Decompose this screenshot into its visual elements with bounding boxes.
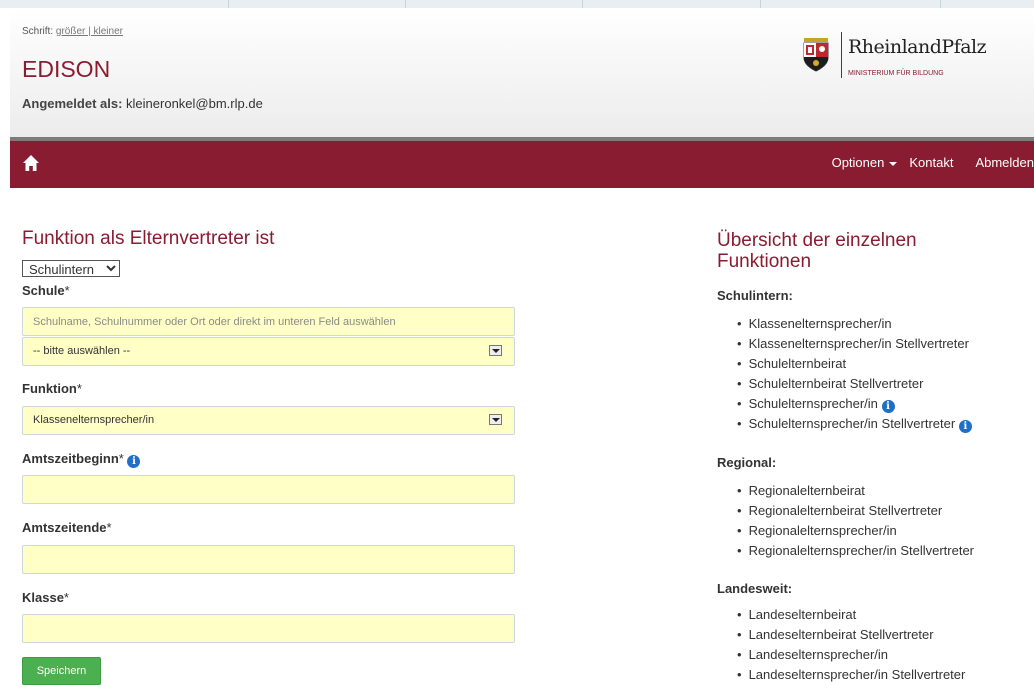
school-select[interactable]: -- bitte auswählen -- [22, 337, 515, 366]
required-mark: * [106, 520, 112, 535]
list-item: Regionalelternsprecher/in [737, 521, 974, 541]
list-item: Schulelternsprecher/in Stellvertreter i [737, 414, 972, 434]
term-start-input[interactable] [22, 475, 515, 504]
school-label-text: Schule [22, 283, 65, 298]
dropdown-arrow-icon [489, 345, 502, 356]
list-item-label: Schulelternbeirat [748, 356, 847, 371]
list-item: Landeselternsprecher/in [737, 645, 965, 665]
font-size-label: Schrift: [22, 26, 54, 37]
list-item-label: Schulelternsprecher/in Stellvertreter [748, 416, 956, 431]
font-larger-link[interactable]: größer [56, 26, 85, 37]
logo-divider [841, 32, 842, 78]
info-icon[interactable]: i [958, 420, 972, 433]
class-label: Klasse* [22, 590, 69, 605]
list-item-label: Landeselternsprecher/in Stellvertreter [748, 667, 966, 682]
list-item-label: Regionalelternsprecher/in [748, 523, 897, 538]
list-item: Schulelternbeirat [737, 354, 972, 374]
list-item: Klassenelternsprecher/in Stellvertreter [737, 334, 972, 354]
list-item: Klassenelternsprecher/in [737, 314, 972, 334]
page-header: Schrift: größer | kleiner EDISON Angemel… [10, 8, 1034, 141]
form-title: Funktion als Elternvertreter ist [22, 228, 275, 249]
term-start-label-text: Amtszeitbeginn [22, 451, 119, 466]
term-end-label: Amtszeitende* [22, 520, 112, 535]
nav-contact[interactable]: Kontakt [909, 155, 953, 170]
home-icon[interactable] [22, 154, 40, 172]
app-title: EDISON [22, 56, 111, 82]
main-navbar: Optionen Kontakt Abmelden [10, 141, 1034, 188]
list-item: Landeselternbeirat Stellvertreter [737, 625, 965, 645]
term-end-label-text: Amtszeitende [22, 520, 107, 535]
list-item: Regionalelternsprecher/in Stellvertreter [737, 541, 974, 561]
login-user: kleineronkel@bm.rlp.de [126, 96, 263, 111]
list-schulintern: Klassenelternsprecher/in Klassenelternsp… [737, 314, 972, 434]
school-label: Schule* [22, 283, 70, 298]
nav-logout[interactable]: Abmelden [975, 155, 1034, 170]
class-label-text: Klasse [22, 590, 64, 605]
list-landesweit: Landeselternbeirat Landeselternbeirat St… [737, 605, 966, 685]
nav-options-label: Optionen [831, 155, 885, 170]
required-mark: * [64, 283, 70, 298]
required-mark: * [76, 381, 82, 396]
font-size-control: Schrift: größer | kleiner [22, 26, 123, 37]
list-item-label: Regionalelternsprecher/in Stellvertreter [748, 543, 975, 558]
logo-name: RheinlandPfalz [848, 36, 987, 58]
info-icon[interactable]: i [127, 455, 141, 468]
term-start-label: Amtszeitbeginn* i [22, 451, 141, 468]
overview-title: Übersicht der einzelnen Funktionen [717, 230, 917, 272]
nav-menu: Optionen Kontakt Abmelden [832, 155, 1034, 170]
term-end-input[interactable] [22, 545, 515, 574]
list-item: Schulelternbeirat Stellvertreter [737, 374, 972, 394]
dropdown-arrow-icon [489, 414, 502, 425]
list-item-label: Landeselternbeirat Stellvertreter [748, 627, 934, 642]
font-separator: | [85, 26, 94, 37]
section-title-schulintern: Schulintern: [717, 288, 793, 303]
rlp-logo[interactable]: RheinlandPfalz MINISTERIUM FÜR BILDUNG [802, 30, 1002, 80]
list-item-label: Landeselternsprecher/in [748, 647, 889, 662]
login-label: Angemeldet als: [22, 96, 123, 111]
list-item: Schulelternsprecher/in i [737, 394, 972, 414]
list-item: Regionalelternbeirat [737, 481, 974, 501]
list-item: Landeselternbeirat [737, 605, 965, 625]
list-item: Landeselternsprecher/in Stellvertreter [737, 665, 966, 685]
font-smaller-link[interactable]: kleiner [94, 26, 123, 37]
list-regional: Regionalelternbeirat Regionalelternbeira… [737, 481, 974, 561]
logo-subtitle: MINISTERIUM FÜR BILDUNG [848, 70, 944, 77]
login-info: Angemeldet als: kleineronkel@bm.rlp.de [22, 96, 263, 111]
browser-top-strip [0, 0, 1034, 8]
list-item-label: Landeselternbeirat [748, 607, 857, 622]
coat-of-arms-icon [803, 38, 829, 72]
section-title-regional: Regional: [717, 455, 777, 470]
required-mark: * [118, 451, 124, 466]
list-item-label: Schulelternbeirat Stellvertreter [748, 376, 924, 391]
required-mark: * [63, 590, 69, 605]
list-item-label: Regionalelternbeirat [748, 483, 865, 498]
list-item-label: Klassenelternsprecher/in Stellvertreter [748, 336, 969, 351]
caret-down-icon [889, 161, 898, 166]
function-label: Funktion* [22, 381, 82, 396]
list-item-label: Regionalelternbeirat Stellvertreter [748, 503, 943, 518]
list-item: Regionalelternbeirat Stellvertreter [737, 501, 974, 521]
scope-select[interactable]: Schulintern [22, 260, 120, 277]
nav-options[interactable]: Optionen [832, 155, 898, 170]
class-input[interactable] [22, 614, 515, 643]
section-title-landesweit: Landesweit: [717, 581, 793, 596]
list-item-label: Schulelternsprecher/in [748, 396, 878, 411]
list-item-label: Klassenelternsprecher/in [748, 316, 892, 331]
function-select[interactable]: Klassenelternsprecher/in [22, 406, 515, 435]
function-label-text: Funktion [22, 381, 77, 396]
info-icon[interactable]: i [881, 400, 895, 413]
school-search-input[interactable] [22, 307, 515, 336]
function-select-value: Klassenelternsprecher/in [33, 414, 155, 426]
school-select-value: -- bitte auswählen -- [33, 345, 131, 357]
save-button[interactable]: Speichern [22, 657, 101, 685]
